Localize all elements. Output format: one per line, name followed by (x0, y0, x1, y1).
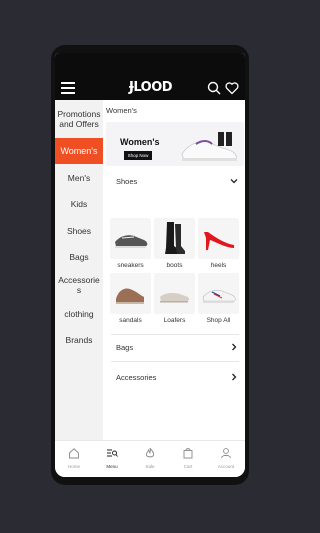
tile-label: sneakers (117, 262, 144, 269)
chevron-down-icon (230, 179, 238, 184)
tile-label: sandals (119, 317, 142, 324)
divider (111, 361, 239, 362)
sidebar-item-accessories[interactable]: Accessories (55, 270, 103, 300)
divider (111, 334, 239, 335)
chevron-right-icon (232, 373, 237, 381)
sandals-image (110, 273, 151, 314)
shoes-section-header[interactable]: Shoes (106, 171, 243, 191)
boots-image (154, 218, 195, 259)
tile-boots[interactable]: boots (154, 218, 195, 273)
tile-sneakers[interactable]: sneakers (110, 218, 151, 273)
tile-label: Shop All (206, 317, 231, 324)
sidebar-item-mens[interactable]: Men's (55, 164, 103, 191)
shop-all-image (198, 273, 239, 314)
nav-sale[interactable]: Sale (131, 445, 169, 475)
tile-loafers[interactable]: Loafers (154, 273, 195, 328)
nav-home[interactable]: Home (55, 445, 93, 475)
nav-sale-label: Sale (145, 464, 155, 469)
menu-search-icon (107, 449, 118, 457)
sidebar-item-clothing[interactable]: clothing (55, 300, 103, 327)
shoes-section-label: Shoes (116, 177, 138, 186)
tile-heels[interactable]: heels (198, 218, 239, 273)
main-content: Women's Women's Shop Now Shoes sneakers … (103, 100, 245, 440)
banner-sneaker-image (181, 132, 237, 161)
bottom-nav: Home Menu Sale Cart Account (55, 440, 245, 477)
nav-menu[interactable]: Menu (93, 445, 131, 475)
cart-icon (183, 448, 193, 459)
accessories-section-label: Accessories (116, 373, 157, 382)
top-bar: ɈLOOD (55, 53, 245, 100)
tile-label: boots (166, 262, 183, 269)
nav-cart-label: Cart (183, 464, 193, 469)
heels-image (198, 218, 239, 259)
flame-icon (145, 447, 155, 458)
bags-section-label: Bags (116, 343, 134, 352)
tile-sandals[interactable]: sandals (110, 273, 151, 328)
nav-menu-label: Menu (106, 464, 118, 469)
loafers-image (154, 273, 195, 314)
sidebar-item-kids[interactable]: Kids (55, 191, 103, 217)
sidebar-item-womens[interactable]: Women's (55, 138, 103, 164)
app-screen: ɈLOOD Promotions and Offers Women's Men'… (55, 53, 245, 477)
sidebar-item-brands[interactable]: Brands (55, 327, 103, 353)
search-icon[interactable] (207, 81, 221, 95)
brand-logo[interactable]: ɈLOOD (129, 80, 173, 95)
bags-section-header[interactable]: Bags (106, 337, 243, 357)
nav-account[interactable]: Account (207, 445, 245, 475)
category-sidebar: Promotions and Offers Women's Men's Kids… (55, 100, 103, 440)
phone-frame: ɈLOOD Promotions and Offers Women's Men'… (51, 45, 249, 485)
user-icon (221, 448, 231, 459)
heart-icon[interactable] (225, 81, 239, 95)
hamburger-icon[interactable] (61, 82, 75, 94)
home-icon (69, 448, 79, 459)
shop-now-button[interactable]: Shop Now (124, 151, 152, 160)
banner-title: Women's (120, 137, 160, 147)
accessories-section-header[interactable]: Accessories (106, 367, 243, 387)
promo-banner[interactable]: Women's Shop Now (106, 122, 244, 166)
chevron-right-icon (232, 343, 237, 351)
tile-label: Loafers (163, 317, 186, 324)
nav-cart[interactable]: Cart (169, 445, 207, 475)
sneakers-image (110, 218, 151, 259)
nav-home-label: Home (67, 464, 80, 469)
sidebar-item-bags[interactable]: Bags (55, 244, 103, 270)
nav-account-label: Account (217, 464, 235, 469)
tile-shop-all[interactable]: Shop All (198, 273, 239, 328)
tile-label: heels (210, 262, 227, 269)
breadcrumb: Women's (106, 106, 137, 115)
sidebar-item-promotions[interactable]: Promotions and Offers (55, 100, 103, 138)
sidebar-item-shoes[interactable]: Shoes (55, 217, 103, 244)
